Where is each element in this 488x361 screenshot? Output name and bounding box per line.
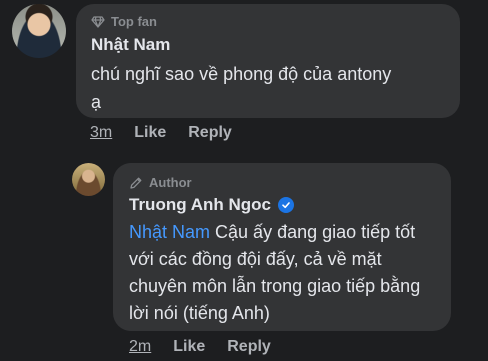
author-link[interactable]: Truong Anh Ngoc [129, 195, 271, 215]
like-button[interactable]: Like [173, 338, 205, 356]
commenter-avatar[interactable] [12, 4, 66, 58]
comment-author-name[interactable]: Nhật Nam [91, 35, 170, 55]
top-fan-badge: Top fan [91, 14, 157, 29]
verified-badge-icon [277, 197, 294, 213]
like-button[interactable]: Like [134, 124, 166, 142]
reply-timestamp[interactable]: 2m [129, 338, 151, 356]
reply-actions: 2m Like Reply [129, 338, 271, 356]
badge-label: Top fan [111, 14, 157, 29]
reply-button[interactable]: Reply [227, 338, 271, 356]
author-link[interactable]: Nhật Nam [91, 35, 170, 55]
comment-timestamp[interactable]: 3m [90, 124, 112, 142]
reply-author-name[interactable]: Truong Anh Ngoc [129, 195, 294, 215]
author-badge: Author [129, 175, 192, 190]
comment-actions: 3m Like Reply [90, 124, 232, 142]
comment-text-line: chú nghĩ sao về phong độ của antony [91, 64, 392, 84]
diamond-icon [91, 15, 105, 28]
comment-text: chú nghĩ sao về phong độ của antony ạ [91, 60, 451, 116]
pen-icon [130, 177, 142, 189]
author-avatar[interactable] [72, 163, 105, 196]
comment-text-line: ạ [91, 92, 102, 112]
reply-text: Nhật Nam Cậu ấy đang giao tiếp tốt với c… [129, 219, 444, 327]
mention-link[interactable]: Nhật Nam [129, 222, 210, 242]
badge-label: Author [149, 175, 192, 190]
reply-button[interactable]: Reply [188, 124, 232, 142]
